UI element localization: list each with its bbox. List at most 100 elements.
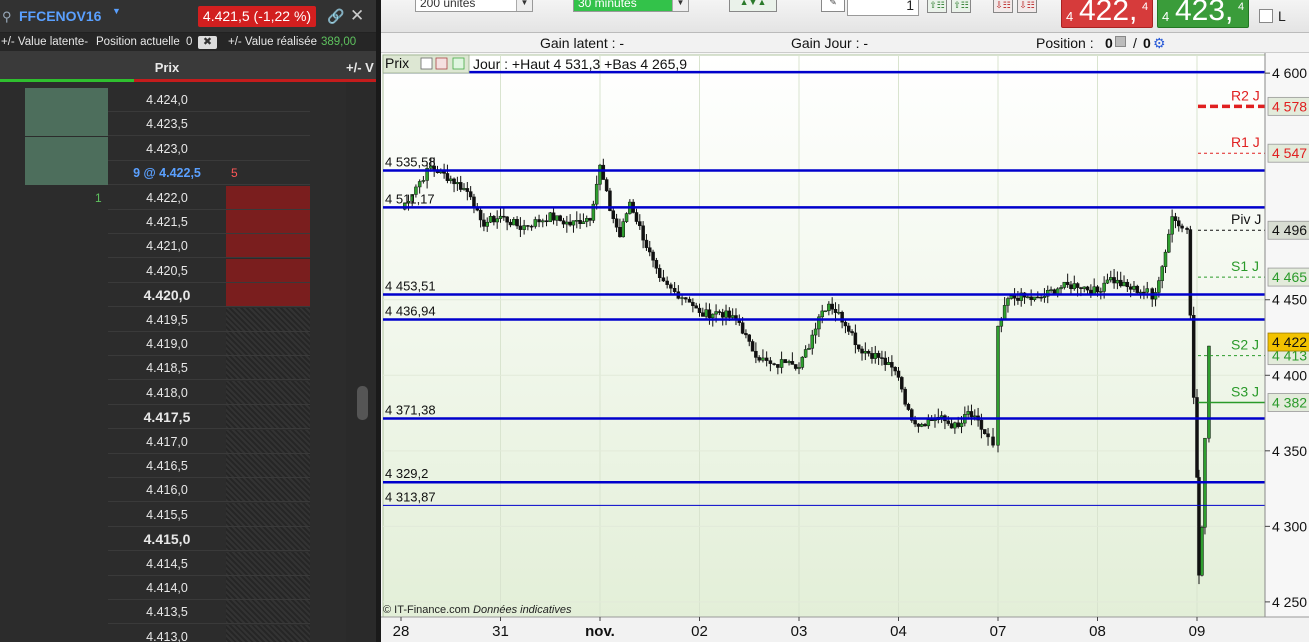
interval-select[interactable]: 30 minutes ▼ (573, 0, 689, 12)
sell-button[interactable]: 4 422, 4 (1061, 0, 1153, 28)
quantity-select[interactable]: 200 unités ▼ (415, 0, 533, 12)
ladder-row[interactable]: 4.416,5 (0, 454, 376, 478)
candle-body (458, 182, 463, 190)
bid-cell[interactable] (25, 478, 108, 502)
bid-cell[interactable] (25, 576, 108, 600)
bid-cell[interactable] (25, 503, 108, 527)
ask-cell[interactable] (226, 502, 310, 527)
bid-cell[interactable] (25, 88, 108, 112)
search-icon[interactable]: ⚲ (2, 9, 16, 24)
close-icon[interactable]: ✕ (350, 6, 364, 26)
ladder-row[interactable]: 4.421,0 (0, 234, 376, 259)
ladder-row[interactable]: 4.416,0 (0, 478, 376, 503)
price-column-header[interactable]: Prix (108, 51, 226, 79)
ask-cell[interactable] (226, 405, 310, 430)
instrument-ticker[interactable]: FFCENOV16 (19, 8, 101, 24)
l-checkbox[interactable] (1259, 9, 1273, 23)
price-chart[interactable]: 4 535,58 4 511,17 4 453,51 4 436,94 4 371,38… (381, 53, 1309, 642)
ask-cell[interactable] (226, 527, 310, 552)
ladder-row[interactable]: 4.413,5 (0, 600, 376, 625)
candle-body (1082, 286, 1086, 289)
ask-cell[interactable] (226, 600, 310, 625)
ask-cell[interactable] (226, 429, 310, 454)
bid-cell[interactable] (25, 112, 108, 137)
ask-cell[interactable] (226, 307, 310, 332)
ladder-row[interactable]: 9 @ 4.422,5 5 (0, 161, 376, 186)
candle-body (455, 182, 460, 185)
bid-cell[interactable] (25, 552, 108, 576)
bid-cell[interactable] (25, 234, 108, 258)
sell-stop-icon[interactable]: ⇩☷ (1017, 0, 1037, 13)
ladder-row[interactable]: 4.422,0 1 (0, 185, 376, 210)
link-icon[interactable]: 🔗 (327, 8, 344, 25)
bid-cell[interactable] (25, 454, 108, 478)
bid-cell[interactable] (25, 308, 108, 332)
chart-type-button[interactable]: ▲▼▲ (729, 0, 777, 12)
bid-cell[interactable] (25, 161, 108, 186)
ask-cell[interactable] (226, 624, 310, 642)
chevron-down-icon[interactable]: ▼ (112, 6, 121, 16)
ladder-row[interactable]: 4.420,5 (0, 258, 376, 283)
ladder-row[interactable]: 4.415,0 (0, 527, 376, 552)
buy-stop-icon[interactable]: ⇧☷ (951, 0, 971, 13)
ladder-row[interactable]: 4.419,0 (0, 332, 376, 356)
ask-cell[interactable] (226, 332, 310, 356)
ask-cell[interactable] (226, 210, 310, 234)
ask-cell[interactable] (226, 112, 310, 137)
ask-cell[interactable] (226, 88, 310, 112)
buy-button[interactable]: 4 423, 4 (1157, 0, 1249, 28)
ask-cell[interactable] (226, 380, 310, 405)
sell-limit-icon[interactable]: ⇩☷ (993, 0, 1013, 13)
ladder-row[interactable]: 4.413,0 (0, 624, 376, 642)
pnl-column-header[interactable]: +/- V (346, 51, 374, 84)
bid-cell[interactable] (25, 381, 108, 405)
wrench-icon[interactable] (420, 57, 433, 70)
ask-cell[interactable] (226, 454, 310, 478)
ladder-row[interactable]: 4.421,5 (0, 210, 376, 234)
pencil-icon[interactable]: ✎ (821, 0, 845, 12)
ask-cell[interactable] (226, 551, 310, 576)
ask-cell[interactable] (226, 283, 310, 308)
bid-cell[interactable] (25, 527, 108, 551)
ladder-row[interactable]: 4.414,0 (0, 576, 376, 600)
scrollbar-thumb[interactable] (357, 386, 368, 420)
candle-body (518, 225, 523, 230)
ask-cell[interactable] (226, 356, 310, 381)
ask-cell[interactable] (226, 234, 310, 259)
ladder-row[interactable]: 4.418,0 (0, 380, 376, 405)
ask-cell[interactable] (226, 478, 310, 503)
ask-cell[interactable] (226, 576, 310, 600)
up-arrow-icon[interactable] (452, 57, 465, 70)
position-detail-icon[interactable] (1115, 36, 1126, 47)
ask-cell[interactable] (226, 161, 310, 186)
ask-cell[interactable] (226, 258, 310, 283)
ladder-row[interactable]: 4.414,5 (0, 551, 376, 576)
bid-cell[interactable] (25, 600, 108, 624)
bid-cell[interactable] (25, 259, 108, 283)
buy-limit-icon[interactable]: ⇧☷ (927, 0, 947, 13)
sell-price-suffix: 4 (1142, 1, 1149, 13)
ladder-row[interactable]: 4.420,0 (0, 283, 376, 308)
ladder-row[interactable]: 4.423,0 (0, 136, 376, 161)
ladder-row[interactable]: 4.418,5 (0, 356, 376, 381)
bid-cell[interactable] (25, 405, 108, 429)
gear-icon[interactable]: ⚙ (1153, 33, 1166, 53)
bid-cell[interactable] (25, 210, 108, 234)
bid-cell[interactable] (25, 356, 108, 380)
ladder-row[interactable]: 4.417,0 (0, 429, 376, 454)
ladder-row[interactable]: 4.424,0 (0, 88, 376, 112)
down-arrow-icon[interactable] (435, 57, 448, 70)
bid-cell[interactable] (25, 332, 108, 356)
bid-cell[interactable] (25, 283, 108, 307)
ladder-row[interactable]: 4.417,5 (0, 405, 376, 430)
ask-cell[interactable] (226, 137, 310, 161)
ladder-row[interactable]: 4.415,5 (0, 502, 376, 527)
bid-cell[interactable] (25, 625, 108, 642)
ask-cell[interactable] (226, 185, 310, 210)
quantity-input[interactable]: 1 (847, 0, 919, 16)
ladder-row[interactable]: 4.423,5 (0, 112, 376, 137)
bid-cell[interactable] (25, 136, 108, 161)
ladder-row[interactable]: 4.419,5 (0, 307, 376, 332)
bid-cell[interactable] (25, 430, 108, 454)
close-position-icon[interactable]: ✖ (198, 36, 217, 49)
